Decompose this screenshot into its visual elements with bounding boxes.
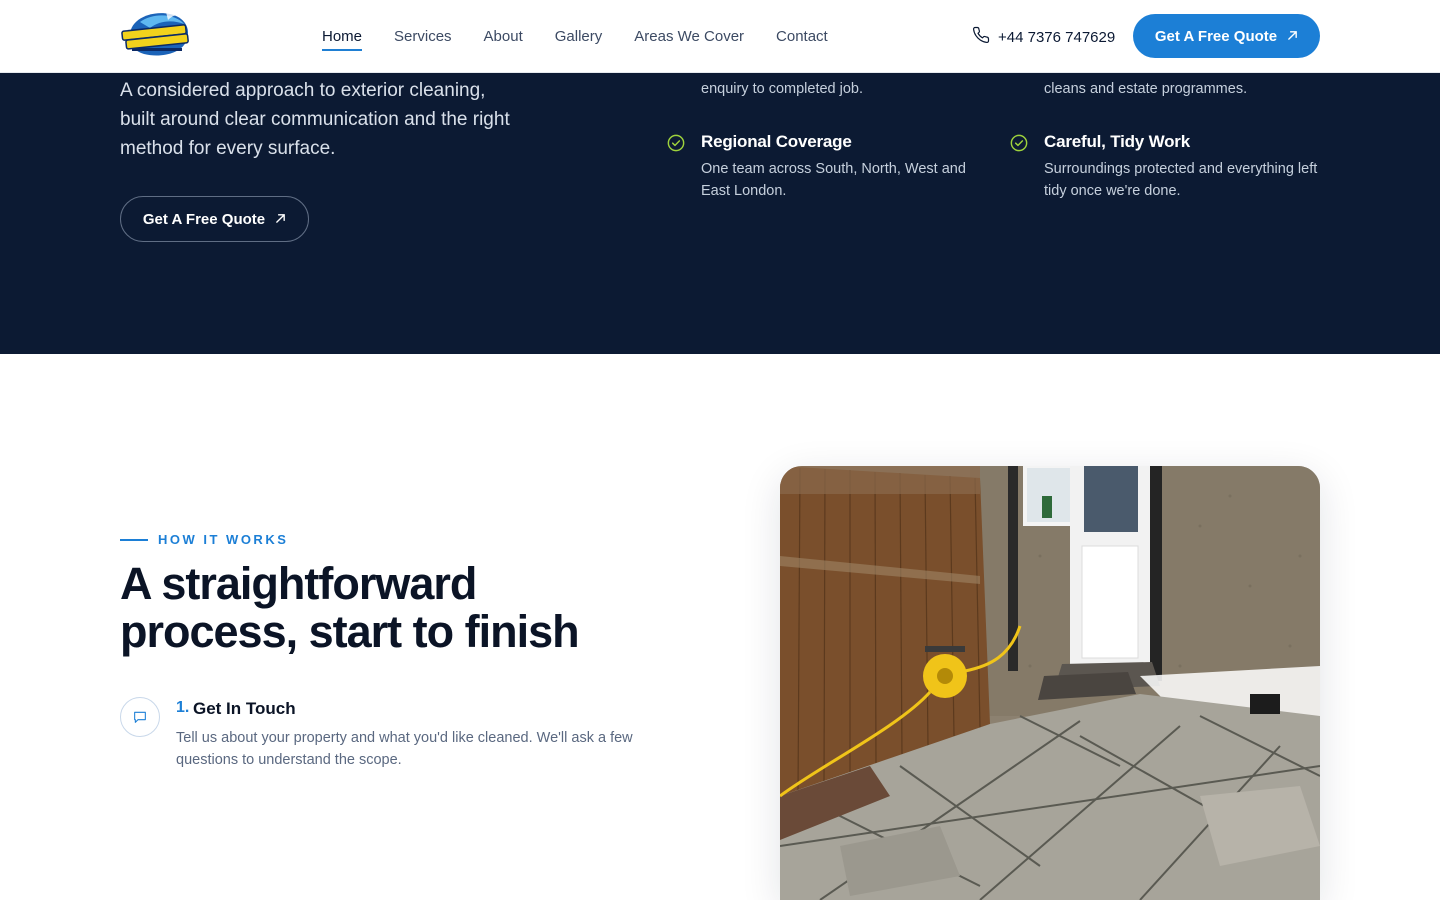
eyebrow-line xyxy=(120,538,148,541)
nav-about[interactable]: About xyxy=(484,0,523,72)
section-heading: A straightforward process, start to fini… xyxy=(120,560,680,656)
feature-description: Surroundings protected and everything le… xyxy=(1044,161,1318,199)
feature-title: Regional Coverage xyxy=(701,132,852,151)
main-nav: Home Services About Gallery Areas We Cov… xyxy=(322,0,828,72)
get-free-quote-button-header[interactable]: Get A Free Quote xyxy=(1133,14,1320,58)
get-free-quote-button-hero[interactable]: Get A Free Quote xyxy=(120,196,309,242)
heading-line-1: A straightforward xyxy=(120,558,477,609)
chat-icon xyxy=(120,697,160,737)
section-eyebrow: HOW IT WORKS xyxy=(120,532,288,547)
feature-desc-fragment: enquiry to completed job. xyxy=(701,81,864,97)
step-title: Get In Touch xyxy=(193,699,296,718)
arrow-up-right-icon xyxy=(275,211,286,228)
hero-intro-text: A considered approach to exterior cleani… xyxy=(120,80,510,159)
nav-home[interactable]: Home xyxy=(322,0,363,72)
nav-gallery[interactable]: Gallery xyxy=(555,0,603,72)
quote-button-label: Get A Free Quote xyxy=(1154,27,1278,45)
feature-description: One team across South, North, West and E… xyxy=(701,161,966,199)
heading-line-2: process, start to finish xyxy=(120,606,580,657)
feature-title: Careful, Tidy Work xyxy=(1044,132,1190,151)
check-circle-icon xyxy=(667,134,685,152)
arrow-up-right-icon xyxy=(1287,28,1298,45)
phone-icon xyxy=(972,26,990,48)
eyebrow-text: HOW IT WORKS xyxy=(158,532,289,547)
check-circle-icon xyxy=(1010,134,1028,152)
nav-areas-we-cover[interactable]: Areas We Cover xyxy=(634,0,744,72)
phone-number: +44 7376 747629 xyxy=(998,28,1116,46)
step-description: Tell us about your property and what you… xyxy=(176,730,633,768)
patio-photo xyxy=(780,466,1320,900)
feature-desc-fragment: cleans and estate programmes. xyxy=(1044,81,1248,97)
hero-section: A considered approach to exterior cleani… xyxy=(0,72,1440,354)
nav-contact[interactable]: Contact xyxy=(776,0,828,72)
nav-services[interactable]: Services xyxy=(394,0,452,72)
phone-link[interactable]: +44 7376 747629 xyxy=(972,26,1115,48)
step-number: 1. xyxy=(176,699,190,716)
quote-button-label: Get A Free Quote xyxy=(142,210,266,228)
brand-logo[interactable] xyxy=(120,8,194,60)
site-header: Home Services About Gallery Areas We Cov… xyxy=(0,0,1440,73)
